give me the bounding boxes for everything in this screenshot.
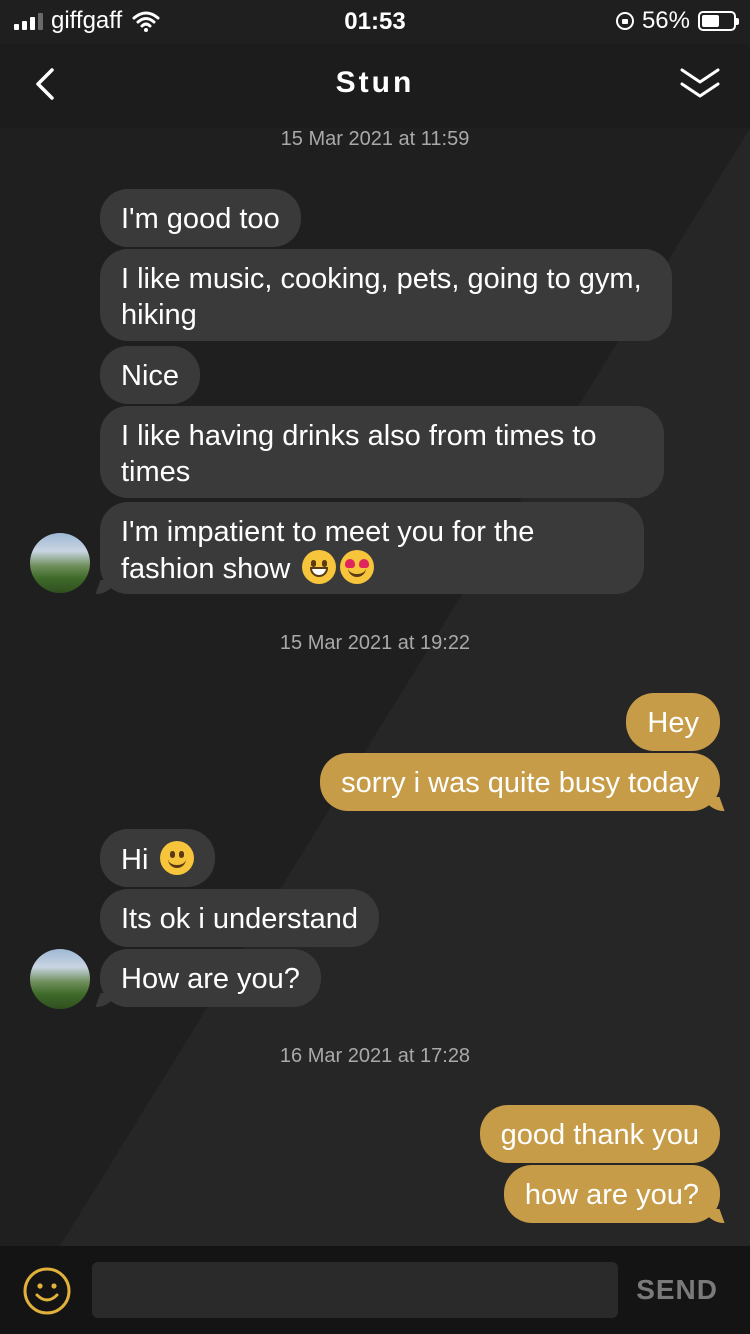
contact-avatar[interactable] — [30, 949, 90, 1009]
message-bubble-incoming[interactable]: How are you? — [100, 949, 321, 1007]
message-bubble-incoming[interactable]: Hi — [100, 829, 216, 887]
message-text: Hi — [121, 844, 149, 876]
message-bubble-incoming[interactable]: I like having drinks also from times to … — [100, 406, 664, 498]
message-bubble-incoming[interactable]: I like music, cooking, pets, going to gy… — [100, 249, 672, 341]
chat-header: Stun — [0, 44, 750, 128]
message-bubble-outgoing[interactable]: good thank you — [479, 1105, 720, 1163]
contact-name: Stun — [335, 66, 415, 99]
message-bubble-outgoing[interactable]: sorry i was quite busy today — [320, 753, 720, 811]
message-bubble-incoming[interactable]: Its ok i understand — [100, 889, 379, 947]
battery-percent: 56% — [641, 7, 690, 34]
status-bar: giffgaff 01:53 56% — [0, 0, 750, 44]
message-bubble-outgoing[interactable]: how are you? — [503, 1165, 720, 1223]
message-text: I like having drinks also from times to … — [121, 420, 597, 488]
message-text: Its ok i understand — [121, 903, 358, 935]
smiley-icon[interactable] — [22, 1266, 72, 1316]
message-text: Hey — [647, 707, 699, 739]
message-text: Nice — [121, 360, 180, 392]
message-text: sorry i was quite busy today — [341, 767, 699, 799]
timestamp: 15 Mar 2021 at 19:22 — [279, 632, 471, 654]
double-chevron-down-icon[interactable] — [678, 62, 722, 106]
contact-avatar[interactable] — [30, 533, 90, 593]
slight-smile-emoji-icon — [160, 841, 195, 875]
message-text: I'm good too — [121, 203, 280, 235]
orientation-lock-icon — [615, 12, 634, 30]
message-text: How are you? — [121, 963, 300, 995]
message-composer: SEND — [0, 1246, 750, 1334]
message-bubble-incoming[interactable]: I'm impatient to meet you for the fashio… — [100, 502, 644, 594]
message-text: how are you? — [524, 1179, 699, 1211]
grinning-face-emoji-icon — [302, 550, 337, 584]
message-text: good thank you — [500, 1119, 699, 1151]
timestamp: 15 Mar 2021 at 11:59 — [280, 128, 470, 150]
heart-eyes-emoji-icon — [340, 550, 375, 584]
message-bubble-incoming[interactable]: Nice — [100, 346, 201, 404]
message-list[interactable]: 15 Mar 2021 at 11:59 I'm good too I like… — [0, 128, 750, 1246]
message-text: I like music, cooking, pets, going to gy… — [121, 263, 642, 331]
timestamp: 16 Mar 2021 at 17:28 — [279, 1045, 471, 1067]
message-input[interactable] — [92, 1262, 618, 1318]
message-bubble-outgoing[interactable]: Hey — [626, 693, 720, 751]
send-button[interactable]: SEND — [636, 1274, 718, 1306]
message-bubble-incoming[interactable]: I'm good too — [100, 189, 301, 247]
battery-icon — [698, 11, 739, 31]
